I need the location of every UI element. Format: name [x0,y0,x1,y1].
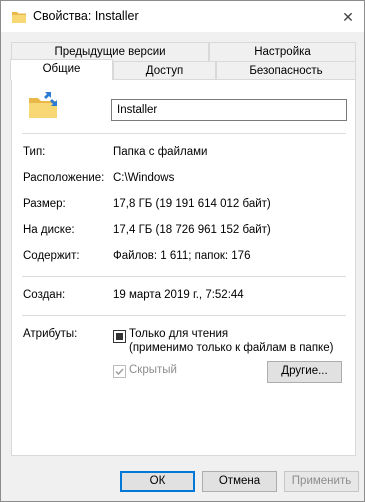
window-title: Свойства: Installer [33,9,139,23]
size-label: Размер: [23,198,66,210]
tab-label: Общие [42,63,81,75]
title-bar[interactable]: Свойства: Installer ✕ [1,1,364,32]
attributes-label: Атрибуты: [23,328,78,340]
button-label: Другие... [281,365,328,377]
close-button[interactable]: ✕ [335,5,361,29]
size-value: 17,8 ГБ (19 191 614 012 байт) [113,198,271,210]
hidden-checkbox[interactable] [113,365,126,378]
folder-icon [11,10,27,24]
tab-sharing[interactable]: Доступ [113,61,216,80]
tab-label: Настройка [254,46,311,58]
button-label: Отмена [218,475,261,487]
check-icon [115,368,124,376]
readonly-note: (применимо только к файлам в папке) [129,342,334,354]
cancel-button[interactable]: Отмена [202,471,277,492]
tab-security[interactable]: Безопасность [216,61,356,80]
location-value: C:\Windows [113,172,175,184]
separator [22,133,346,134]
tab-general[interactable]: Общие [10,59,113,80]
created-value: 19 марта 2019 г., 7:52:44 [113,289,244,301]
advanced-attributes-button[interactable]: Другие... [267,361,342,383]
hidden-label: Скрытый [129,364,177,376]
readonly-label: Только для чтения [129,328,229,340]
ok-button[interactable]: ОК [120,471,195,492]
general-tab-panel: Installer Тип: Папка с файлами Расположе… [11,79,356,456]
apply-button[interactable]: Применить [284,471,359,492]
tab-label: Доступ [145,65,184,77]
close-icon: ✕ [342,8,354,25]
folder-large-icon [27,90,59,122]
readonly-checkbox[interactable] [113,330,126,343]
tab-label: Безопасность [249,65,323,77]
tab-label: Предыдущие версии [54,46,166,58]
separator [22,276,346,277]
contains-value: Файлов: 1 611; папок: 176 [113,250,251,262]
location-label: Расположение: [23,172,105,184]
button-label: Применить [291,475,352,487]
tab-customize[interactable]: Настройка [209,42,356,61]
type-label: Тип: [23,146,46,158]
type-value: Папка с файлами [113,146,208,158]
indeterminate-mark [116,333,123,340]
contains-label: Содержит: [23,250,80,262]
separator [22,315,346,316]
created-label: Создан: [23,289,66,301]
size-on-disk-value: 17,4 ГБ (18 726 961 152 байт) [113,224,271,236]
size-on-disk-label: На диске: [23,224,75,236]
button-label: ОК [149,475,166,487]
properties-dialog: Свойства: Installer ✕ Предыдущие версии … [0,0,365,502]
folder-name-field[interactable]: Installer [111,99,347,121]
